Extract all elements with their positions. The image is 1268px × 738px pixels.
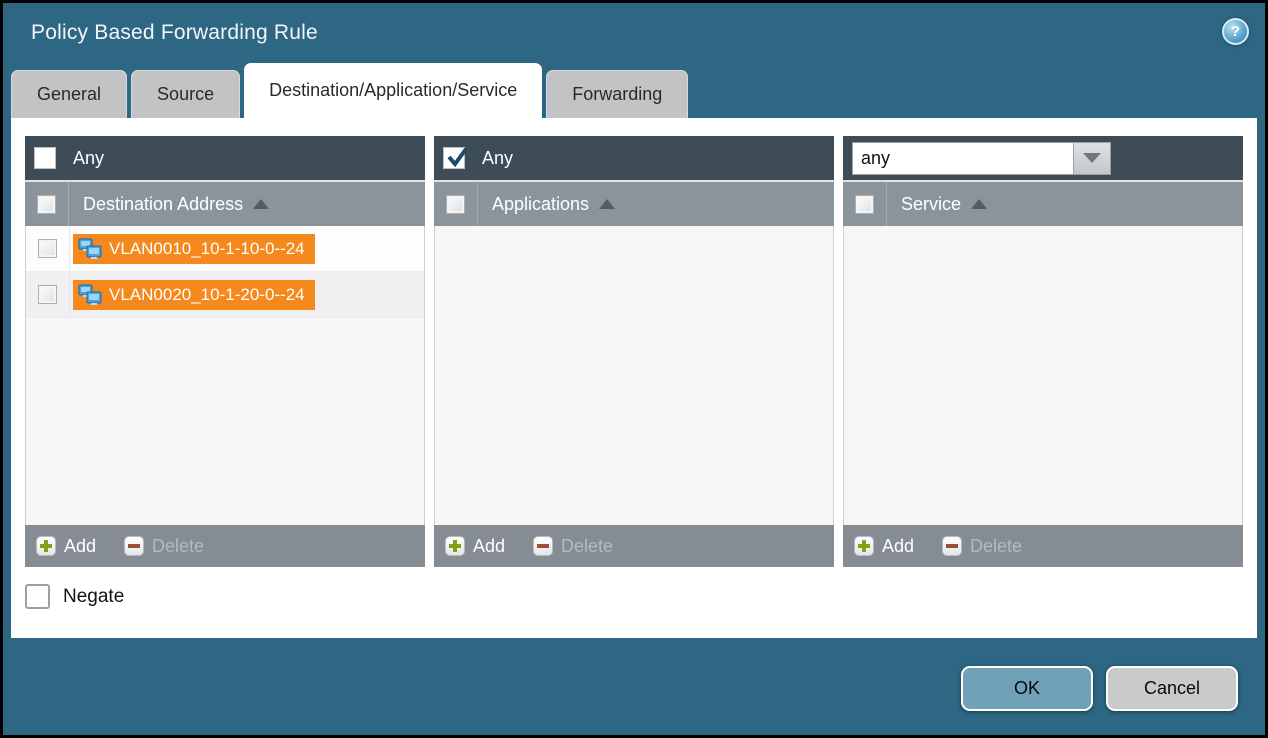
destination-address-column: Any Destination Address <box>25 136 425 567</box>
tab-source-label: Source <box>157 84 214 105</box>
service-header-checkbox-cell <box>843 182 887 226</box>
cancel-button[interactable]: Cancel <box>1106 666 1238 711</box>
add-plus-icon <box>854 536 874 556</box>
destination-header-checkbox-cell <box>25 182 69 226</box>
applications-select-all-checkbox[interactable] <box>446 195 465 214</box>
applications-add-button[interactable]: Add <box>445 536 505 557</box>
destination-any-label: Any <box>73 148 104 169</box>
delete-minus-icon <box>942 536 962 556</box>
sort-ascending-icon <box>971 199 987 209</box>
title-bar: Policy Based Forwarding Rule ? <box>3 3 1265 63</box>
applications-any-label: Any <box>482 148 513 169</box>
service-dropdown-input[interactable] <box>852 142 1074 175</box>
tab-bar: General Source Destination/Application/S… <box>3 63 1265 118</box>
applications-header-label[interactable]: Applications <box>478 194 615 215</box>
service-dropdown-button[interactable] <box>1074 142 1111 175</box>
destination-column-header: Destination Address <box>25 182 425 226</box>
address-object-chip[interactable]: VLAN0010_10-1-10-0--24 <box>73 234 315 264</box>
negate-row: Negate <box>25 584 1243 609</box>
applications-toolbar: Add Delete <box>434 525 834 567</box>
destination-any-checkbox[interactable] <box>34 147 56 169</box>
service-list <box>843 226 1243 525</box>
tab-source[interactable]: Source <box>131 70 240 118</box>
applications-header-checkbox-cell <box>434 182 478 226</box>
ok-button[interactable]: OK <box>961 666 1093 711</box>
columns-container: Any Destination Address <box>25 136 1243 567</box>
destination-row-1-checkbox[interactable] <box>38 239 57 258</box>
service-toolbar: Add Delete <box>843 525 1243 567</box>
help-icon[interactable]: ? <box>1222 18 1249 45</box>
service-delete-button[interactable]: Delete <box>942 536 1022 557</box>
delete-minus-icon <box>533 536 553 556</box>
delete-label: Delete <box>561 536 613 557</box>
destination-delete-button[interactable]: Delete <box>124 536 204 557</box>
applications-column: Any Applications <box>434 136 834 567</box>
row-checkbox-cell <box>26 272 70 317</box>
tab-forwarding[interactable]: Forwarding <box>546 70 688 118</box>
sort-ascending-icon <box>253 199 269 209</box>
delete-minus-icon <box>124 536 144 556</box>
policy-based-forwarding-dialog: Policy Based Forwarding Rule ? General S… <box>3 3 1265 735</box>
applications-any-checkbox[interactable] <box>443 147 465 169</box>
service-select-all-checkbox[interactable] <box>855 195 874 214</box>
applications-any-bar: Any <box>434 136 834 182</box>
destination-row-2-label: VLAN0020_10-1-20-0--24 <box>109 285 305 305</box>
service-add-button[interactable]: Add <box>854 536 914 557</box>
destination-row-1-label: VLAN0010_10-1-10-0--24 <box>109 239 305 259</box>
destination-row-2-checkbox[interactable] <box>38 285 57 304</box>
tab-destination-label: Destination/Application/Service <box>269 80 517 101</box>
add-label: Add <box>473 536 505 557</box>
checkmark-icon <box>445 145 469 169</box>
service-dropdown <box>852 142 1111 175</box>
tab-forwarding-label: Forwarding <box>572 84 662 105</box>
chevron-down-icon <box>1083 153 1101 163</box>
applications-header-text: Applications <box>492 194 589 215</box>
tab-content: Any Destination Address <box>11 118 1257 638</box>
service-header-label[interactable]: Service <box>887 194 987 215</box>
delete-label: Delete <box>970 536 1022 557</box>
address-object-chip[interactable]: VLAN0020_10-1-20-0--24 <box>73 280 315 310</box>
destination-select-all-checkbox[interactable] <box>37 195 56 214</box>
tab-general-label: General <box>37 84 101 105</box>
applications-list <box>434 226 834 525</box>
sort-ascending-icon <box>599 199 615 209</box>
dialog-title: Policy Based Forwarding Rule <box>31 21 318 45</box>
applications-delete-button[interactable]: Delete <box>533 536 613 557</box>
add-label: Add <box>64 536 96 557</box>
add-label: Add <box>882 536 914 557</box>
network-address-icon <box>77 284 103 306</box>
destination-list: VLAN0010_10-1-10-0--24 <box>25 226 425 525</box>
service-header-text: Service <box>901 194 961 215</box>
service-dropdown-bar <box>843 136 1243 182</box>
service-column: Service Add <box>843 136 1243 567</box>
row-checkbox-cell <box>26 226 70 271</box>
destination-header-text: Destination Address <box>83 194 243 215</box>
screen: Policy Based Forwarding Rule ? General S… <box>0 0 1268 738</box>
destination-row-2[interactable]: VLAN0020_10-1-20-0--24 <box>26 272 424 318</box>
destination-header-label[interactable]: Destination Address <box>69 194 269 215</box>
tab-destination-application-service[interactable]: Destination/Application/Service <box>244 63 542 118</box>
dialog-footer: OK Cancel <box>3 638 1265 735</box>
add-plus-icon <box>36 536 56 556</box>
destination-any-bar: Any <box>25 136 425 182</box>
service-column-header: Service <box>843 182 1243 226</box>
destination-add-button[interactable]: Add <box>36 536 96 557</box>
button-row: OK Cancel <box>961 666 1238 711</box>
help-glyph: ? <box>1231 23 1240 40</box>
destination-toolbar: Add Delete <box>25 525 425 567</box>
negate-checkbox[interactable] <box>25 584 50 609</box>
network-address-icon <box>77 238 103 260</box>
tab-general[interactable]: General <box>11 70 127 118</box>
add-plus-icon <box>445 536 465 556</box>
delete-label: Delete <box>152 536 204 557</box>
destination-row-1[interactable]: VLAN0010_10-1-10-0--24 <box>26 226 424 272</box>
negate-label: Negate <box>63 586 124 608</box>
applications-column-header: Applications <box>434 182 834 226</box>
